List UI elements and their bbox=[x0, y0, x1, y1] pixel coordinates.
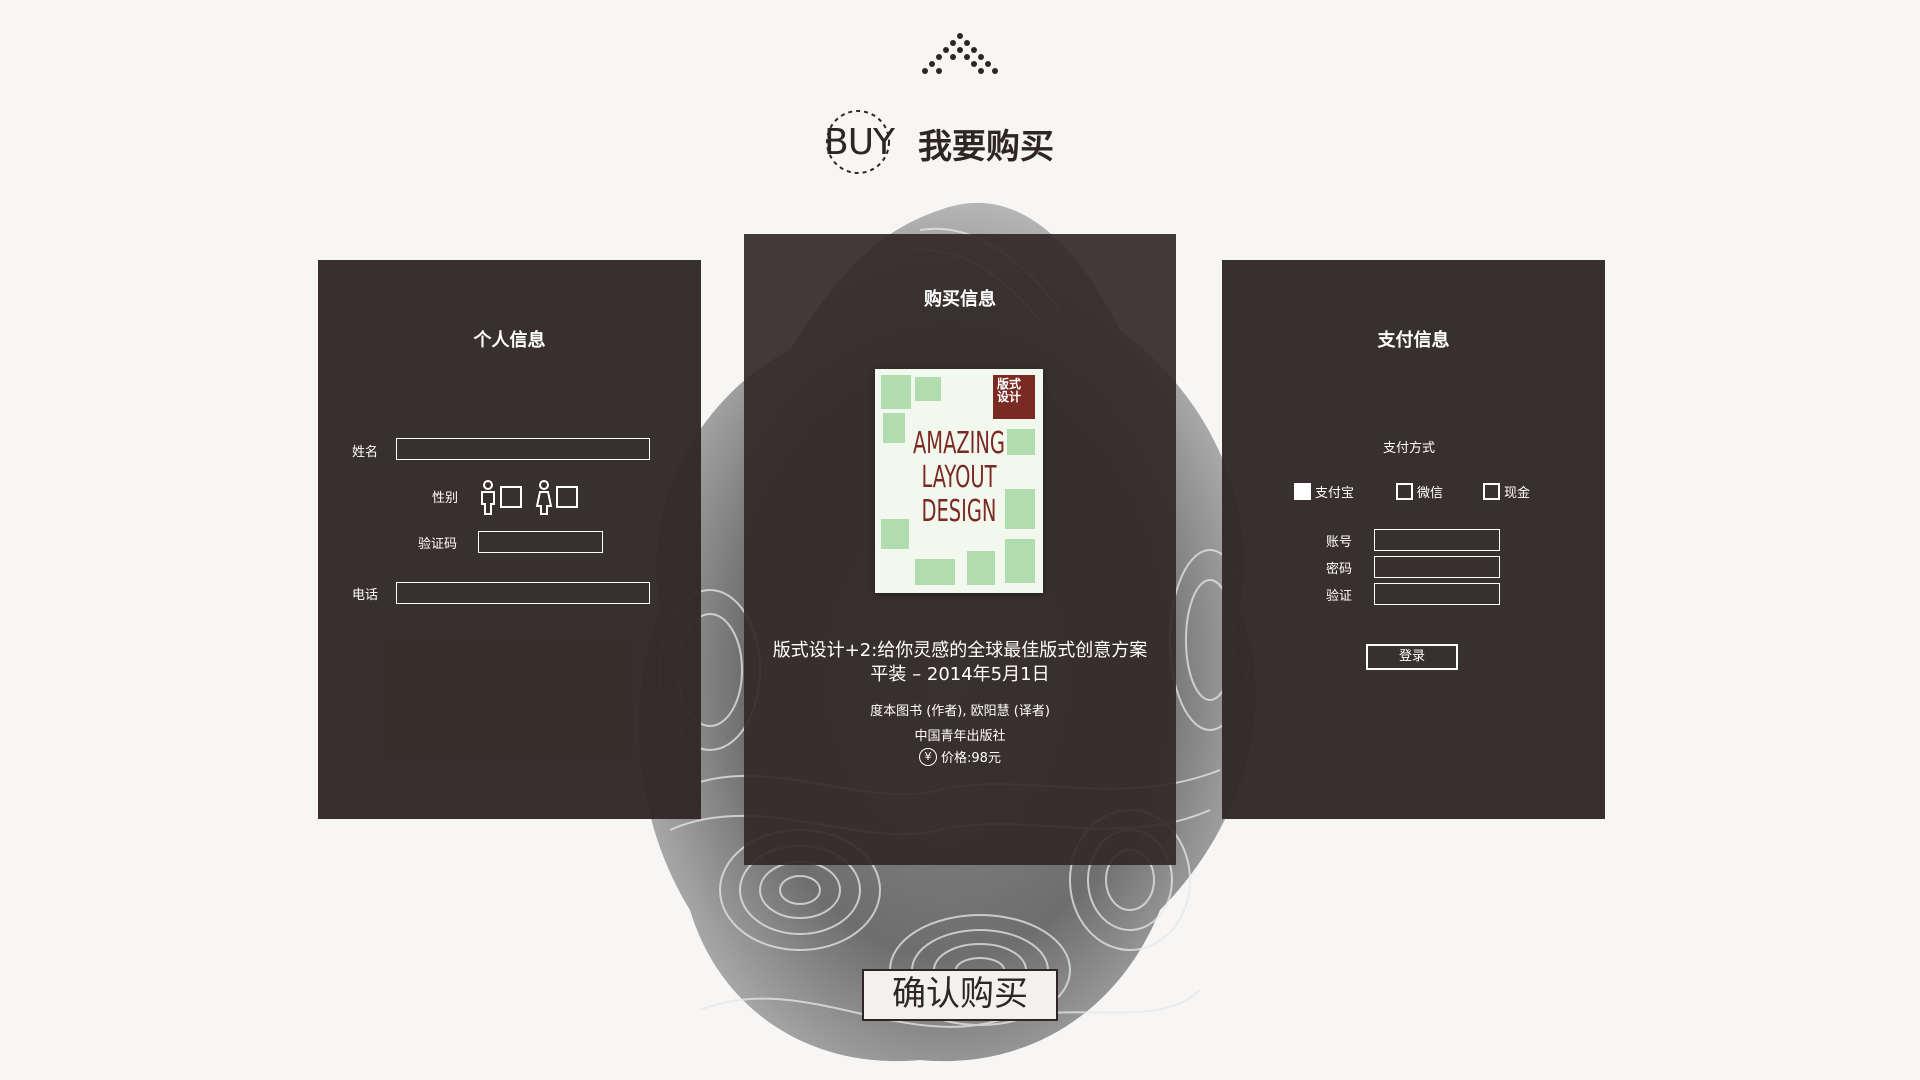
buy-badge: BUY bbox=[820, 108, 910, 178]
phone-input[interactable] bbox=[396, 582, 650, 604]
payment-method-label: 支付方式 bbox=[1383, 441, 1436, 456]
verify-input[interactable] bbox=[1374, 583, 1500, 605]
page-title: 我要购买 bbox=[918, 126, 1054, 167]
payment-info-panel: 支付信息 支付方式 支付宝 微信 现金 账号 密码 验证 登录 bbox=[1222, 260, 1605, 819]
female-checkbox[interactable] bbox=[556, 486, 578, 508]
payment-info-title: 支付信息 bbox=[1377, 330, 1450, 351]
page-header: BUY 我要购买 bbox=[820, 108, 1054, 178]
password-input[interactable] bbox=[1374, 556, 1500, 578]
captcha-input[interactable] bbox=[478, 531, 603, 553]
captcha-label: 验证码 bbox=[418, 537, 458, 552]
gender-label: 性别 bbox=[432, 491, 459, 506]
book-cover-label: 版式设计 bbox=[993, 375, 1035, 419]
male-checkbox[interactable] bbox=[500, 486, 522, 508]
phone-label: 电话 bbox=[352, 588, 379, 603]
yen-icon: ¥ bbox=[919, 747, 938, 766]
verify-label: 验证 bbox=[1326, 589, 1353, 604]
book-cover-image: 版式设计 AMAZING LAYOUT DESIGN bbox=[875, 369, 1043, 593]
name-input[interactable] bbox=[396, 438, 650, 460]
password-label: 密码 bbox=[1326, 562, 1353, 577]
male-icon bbox=[481, 480, 495, 515]
purchase-info-panel: 购买信息 版式设计 AMAZING LAYOUT DESIGN 版式设计+2:给… bbox=[744, 234, 1176, 865]
wechat-checkbox[interactable] bbox=[1396, 483, 1413, 500]
login-button[interactable]: 登录 bbox=[1366, 644, 1458, 670]
cash-checkbox[interactable] bbox=[1483, 483, 1500, 500]
triangle-dots-logo-icon bbox=[922, 33, 998, 74]
account-input[interactable] bbox=[1374, 529, 1500, 551]
account-label: 账号 bbox=[1326, 535, 1353, 550]
payment-option-wechat[interactable]: 微信 bbox=[1396, 482, 1443, 501]
buy-badge-text: BUY bbox=[824, 122, 895, 163]
name-label: 姓名 bbox=[352, 445, 379, 460]
personal-info-title: 个人信息 bbox=[473, 330, 546, 351]
book-authors: 度本图书 (作者), 欧阳慧 (译者) bbox=[870, 704, 1050, 719]
confirm-purchase-button[interactable]: 确认购买 bbox=[862, 969, 1058, 1021]
book-cover-title: AMAZING LAYOUT DESIGN bbox=[913, 426, 1005, 529]
book-price: ¥ 价格:98元 bbox=[744, 747, 1176, 766]
personal-info-panel: 个人信息 姓名 性别 验证码 电话 bbox=[318, 260, 701, 819]
price-text: 价格:98元 bbox=[941, 751, 1001, 766]
alipay-checkbox[interactable] bbox=[1294, 483, 1311, 500]
female-icon bbox=[535, 480, 553, 515]
payment-option-alipay[interactable]: 支付宝 bbox=[1294, 482, 1354, 501]
book-title: 版式设计+2:给你灵感的全球最佳版式创意方案 平装 – 2014年5月1日 bbox=[772, 640, 1148, 685]
book-publisher: 中国青年出版社 bbox=[914, 729, 1006, 744]
payment-option-cash[interactable]: 现金 bbox=[1483, 482, 1530, 501]
purchase-info-title: 购买信息 bbox=[924, 289, 996, 310]
